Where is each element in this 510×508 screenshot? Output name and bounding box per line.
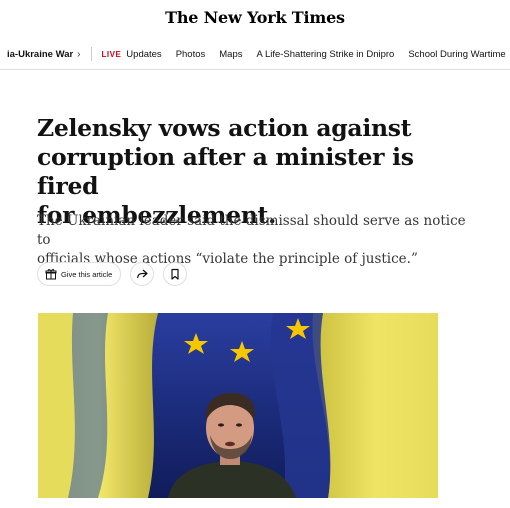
nav-divider: [90, 47, 92, 61]
article-summary: The Ukrainian leader said the dismissal …: [37, 212, 477, 269]
headline-line: corruption after a minister is fired: [37, 143, 414, 200]
article-lead-photo: [38, 313, 438, 498]
gift-article-label: Give this article: [61, 269, 113, 279]
live-badge: LIVE: [101, 49, 122, 59]
nav-item-maps[interactable]: Maps: [219, 49, 242, 60]
headline-line: Zelensky vows action against: [37, 114, 412, 142]
nav-item-school-wartime[interactable]: School During Wartime: [408, 49, 505, 60]
nav-section-link[interactable]: ia-Ukraine War: [7, 49, 73, 60]
gift-article-button[interactable]: Give this article: [37, 262, 122, 286]
nav-item-photos[interactable]: Photos: [176, 49, 206, 60]
share-button[interactable]: [130, 262, 155, 286]
summary-line: The Ukrainian leader said the dismissal …: [37, 213, 466, 248]
nav-item-updates[interactable]: Updates: [126, 49, 161, 60]
bookmark-icon: [171, 268, 179, 280]
zelensky-photo-illustration: [38, 313, 438, 498]
nyt-logo[interactable]: The New York Times: [0, 8, 510, 27]
section-nav: ia-Ukraine War › LIVE Updates Photos Map…: [0, 38, 510, 70]
masthead: The New York Times: [0, 8, 510, 27]
gift-icon: [45, 269, 57, 280]
bookmark-button[interactable]: [163, 262, 188, 286]
share-icon: [137, 269, 148, 279]
chevron-right-icon: ›: [77, 48, 81, 60]
nav-item-dnipro-strike[interactable]: A Life-Shattering Strike in Dnipro: [257, 49, 395, 60]
article-actions: Give this article: [37, 262, 188, 286]
